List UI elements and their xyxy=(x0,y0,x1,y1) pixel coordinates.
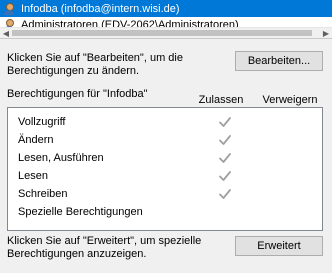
permission-row: Vollzugriff xyxy=(8,114,322,132)
allow-check-icon xyxy=(218,169,232,183)
permission-row: Lesen, Ausführen xyxy=(8,150,322,168)
permissions-title: Berechtigungen für "Infodba" xyxy=(7,88,148,100)
permission-name: Lesen, Ausführen xyxy=(18,152,104,164)
advanced-hint: Klicken Sie auf "Erweitert", um speziell… xyxy=(7,235,202,260)
permission-name: Ändern xyxy=(18,134,54,146)
scroll-right-icon[interactable]: ▶ xyxy=(321,29,331,38)
edit-button[interactable]: Bearbeiten... xyxy=(235,51,323,71)
allow-check-icon xyxy=(218,115,232,129)
permissions-list: Vollzugriff Ändern Lesen, Ausführen Lesen Sc… xyxy=(7,107,323,231)
advanced-button[interactable]: Erweitert xyxy=(235,236,323,256)
permission-name: Vollzugriff xyxy=(18,116,66,128)
permission-row: Schreiben xyxy=(8,186,322,204)
permission-name: Schreiben xyxy=(18,188,68,200)
column-header-allow: Zulassen xyxy=(198,94,244,106)
user-icon xyxy=(2,2,16,16)
allow-check-icon xyxy=(218,133,232,147)
allow-check-icon xyxy=(218,151,232,165)
edit-hint: Klicken Sie auf "Bearbeiten", um die Ber… xyxy=(7,52,183,77)
permission-name: Lesen xyxy=(18,170,48,182)
column-header-deny: Verweigern xyxy=(262,94,318,106)
permission-row: Spezielle Berechtigungen xyxy=(8,204,322,222)
user-list[interactable]: Infodba (infodba@intern.wisi.de) Adminis… xyxy=(0,0,332,39)
scrollbar-thumb[interactable] xyxy=(12,30,312,36)
scroll-left-icon[interactable]: ◀ xyxy=(1,29,11,38)
allow-check-icon xyxy=(218,187,232,201)
horizontal-scrollbar[interactable]: ◀ ▶ xyxy=(0,27,332,38)
permission-row: Ändern xyxy=(8,132,322,150)
permission-name: Spezielle Berechtigungen xyxy=(18,206,143,218)
user-row-infodba[interactable]: Infodba (infodba@intern.wisi.de) xyxy=(0,0,332,17)
user-name: Infodba (infodba@intern.wisi.de) xyxy=(21,2,180,15)
permission-row: Lesen xyxy=(8,168,322,186)
